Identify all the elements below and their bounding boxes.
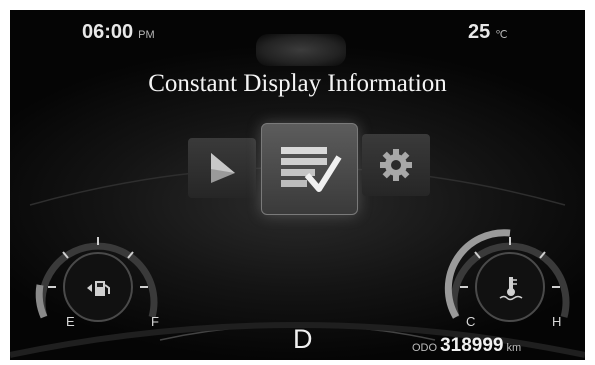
odometer: ODO 318999 km xyxy=(412,335,521,357)
fuel-gauge: E F xyxy=(30,225,160,340)
fuel-full-label: F xyxy=(151,314,159,329)
fuel-empty-label: E xyxy=(66,314,75,329)
temp-cold-label: C xyxy=(466,314,476,329)
navigation-arrow-icon xyxy=(211,153,235,183)
odometer-value: 318999 xyxy=(440,335,504,356)
temp-hot-label: H xyxy=(552,314,562,329)
coolant-temperature-gauge: C H xyxy=(442,225,572,340)
odometer-label: ODO xyxy=(412,342,438,354)
navigation-menu-button[interactable] xyxy=(188,138,256,198)
gear-icon xyxy=(380,149,412,181)
coolant-temperature-icon xyxy=(499,277,523,301)
fuel-pump-icon xyxy=(87,281,110,296)
gear-indicator: D xyxy=(293,324,313,354)
list-check-icon xyxy=(280,147,342,192)
odometer-unit: km xyxy=(506,342,522,354)
display-information-button[interactable] xyxy=(261,123,358,215)
instrument-cluster-display: 06:00 PM 25 ℃ Constant Display Information xyxy=(10,10,585,360)
settings-menu-button[interactable] xyxy=(362,134,430,196)
